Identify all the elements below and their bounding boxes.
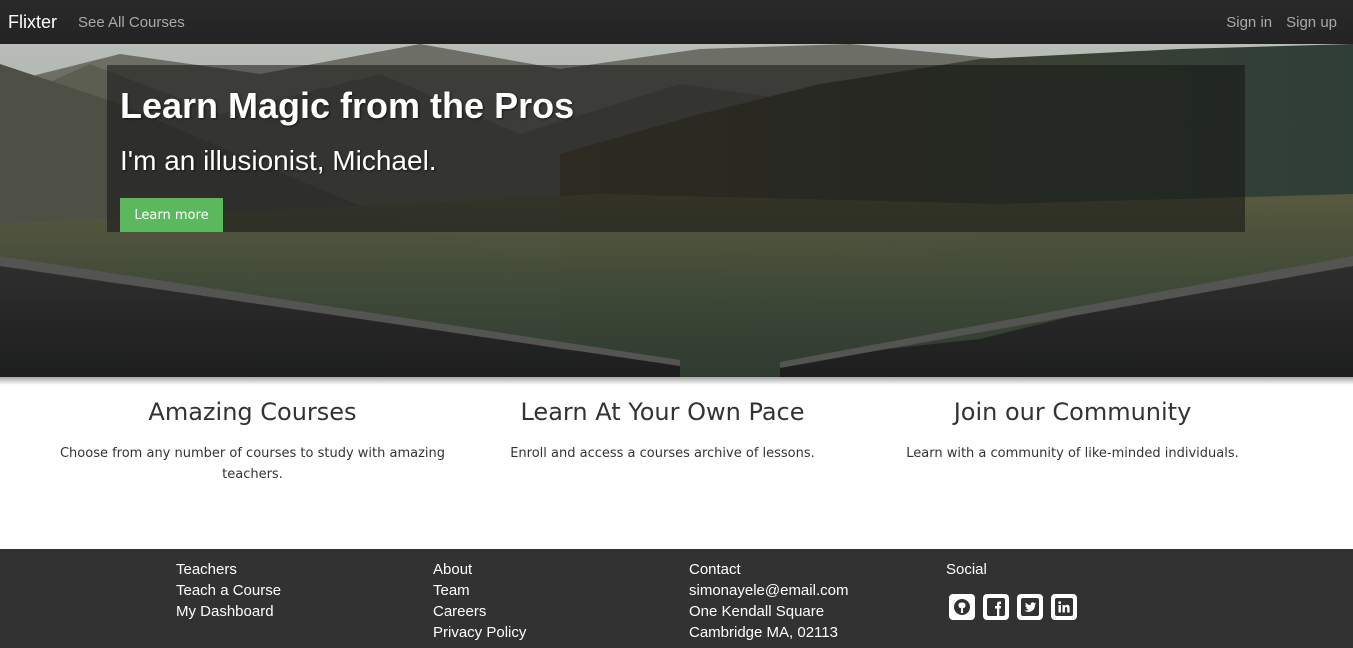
feature-amazing-courses: Amazing Courses Choose from any number o… — [55, 398, 450, 485]
sign-in-link[interactable]: Sign in — [1226, 14, 1272, 31]
navbar: Flixter See All Courses Sign in Sign up — [0, 0, 1353, 44]
footer-link-dashboard[interactable]: My Dashboard — [176, 601, 281, 622]
feature-text: Enroll and access a courses archive of l… — [510, 446, 815, 461]
facebook-icon[interactable] — [983, 594, 1009, 620]
footer-heading-contact: Contact — [689, 561, 741, 578]
learn-more-button[interactable]: Learn more — [120, 198, 223, 232]
twitter-icon[interactable] — [1017, 594, 1043, 620]
brand-link[interactable]: Flixter — [8, 12, 57, 33]
hero-banner: Learn Magic from the Pros I'm an illusio… — [0, 44, 1353, 377]
footer-contact-address-line2: Cambridge MA, 02113 — [689, 624, 838, 641]
footer-heading-teachers: Teachers — [176, 561, 237, 578]
hero-subtitle: I'm an illusionist, Michael. — [120, 145, 437, 176]
footer-link-privacy[interactable]: Privacy Policy — [433, 622, 526, 643]
footer-contact-address-line1: One Kendall Square — [689, 603, 825, 620]
feature-text: Learn with a community of like-minded in… — [906, 446, 1239, 461]
footer-heading-social: Social — [946, 561, 987, 578]
footer-column-teachers: Teachers Teach a Course My Dashboard — [176, 559, 281, 622]
hero-overlay-panel: Learn Magic from the Pros I'm an illusio… — [107, 65, 1245, 232]
auth-links: Sign in Sign up — [1226, 14, 1337, 31]
footer-link-team[interactable]: Team — [433, 580, 526, 601]
footer-column-social: Social — [946, 559, 1077, 620]
footer: Teachers Teach a Course My Dashboard Abo… — [0, 549, 1353, 648]
social-icons — [949, 594, 1077, 620]
hero-shadow-divider — [0, 377, 1353, 385]
github-icon[interactable] — [949, 594, 975, 620]
feature-community: Join our Community Learn with a communit… — [875, 398, 1270, 464]
feature-text: Choose from any number of courses to stu… — [59, 446, 446, 482]
hero-title: Learn Magic from the Pros — [120, 85, 575, 126]
footer-heading-about: About — [433, 561, 473, 578]
footer-column-about: About Team Careers Privacy Policy — [433, 559, 526, 643]
feature-title: Join our Community — [953, 398, 1192, 426]
sign-up-link[interactable]: Sign up — [1286, 14, 1337, 31]
footer-column-contact: Contact simonayele@email.com One Kendall… — [689, 559, 848, 643]
feature-own-pace: Learn At Your Own Pace Enroll and access… — [465, 398, 860, 464]
footer-link-careers[interactable]: Careers — [433, 601, 526, 622]
footer-contact-email[interactable]: simonayele@email.com — [689, 580, 848, 601]
feature-title: Amazing Courses — [148, 398, 357, 426]
see-all-courses-link[interactable]: See All Courses — [78, 14, 185, 31]
linkedin-icon[interactable] — [1051, 594, 1077, 620]
feature-title: Learn At Your Own Pace — [520, 398, 805, 426]
footer-link-teach-course[interactable]: Teach a Course — [176, 580, 281, 601]
